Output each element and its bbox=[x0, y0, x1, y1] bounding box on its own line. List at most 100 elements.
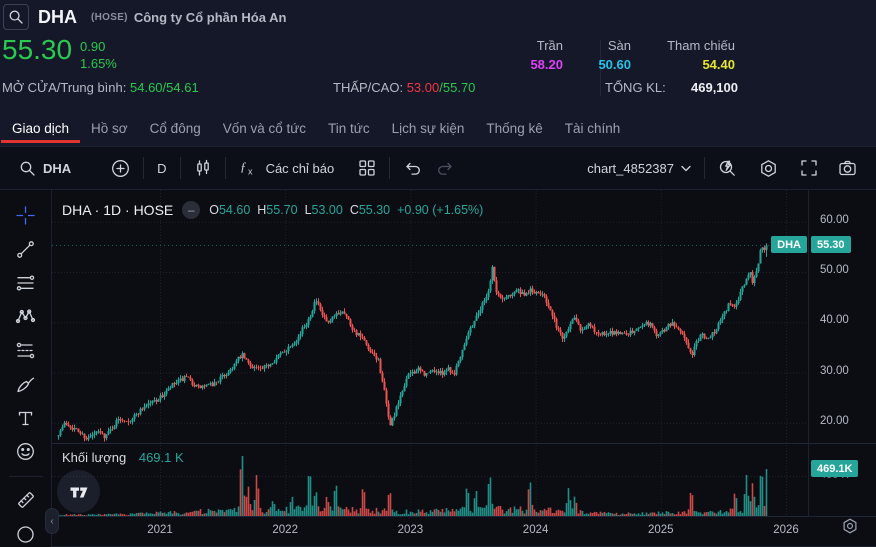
symbol-row: DHA (HOSE) Công ty Cổ phần Hóa An bbox=[3, 3, 286, 31]
quick-search-icon bbox=[718, 159, 737, 178]
stats-row: MỞ CỬA/Trung bình: 54.60/54.61 THẤP/CAO:… bbox=[0, 80, 876, 97]
redo-icon bbox=[436, 160, 455, 177]
toolbar-divider bbox=[9, 476, 43, 477]
pane-separator[interactable] bbox=[52, 443, 876, 444]
price-axis[interactable]: 55.30 400 K 469.1K 60.0050.0040.0030.002… bbox=[808, 190, 876, 516]
volume-value: 469.1 K bbox=[139, 450, 184, 465]
text-icon bbox=[15, 408, 36, 429]
total-volume-stat: TỔNG KL: 469,100 bbox=[605, 80, 738, 95]
price-tick-label: 50.00 bbox=[809, 264, 849, 276]
open-value: 54.60 bbox=[130, 80, 163, 95]
exchange-label: (HOSE) bbox=[91, 12, 128, 23]
total-volume-label: TỔNG KL: bbox=[605, 80, 666, 95]
legend-title[interactable]: DHA · 1D · HOSE bbox=[62, 202, 173, 218]
chart-settings-button[interactable] bbox=[752, 155, 785, 182]
tab-tin-tuc[interactable]: Tin tức bbox=[317, 110, 381, 146]
svg-text:x: x bbox=[248, 167, 253, 177]
price-tick-label: 20.00 bbox=[809, 415, 849, 427]
symbol-search-button[interactable] bbox=[3, 4, 29, 30]
hide-series-button[interactable]: – bbox=[182, 201, 200, 219]
toolbar-divider bbox=[225, 157, 226, 179]
year-tick-label: 2024 bbox=[516, 524, 556, 536]
chart-style-button[interactable] bbox=[187, 155, 219, 181]
trend-line-tool-button[interactable] bbox=[12, 237, 40, 263]
fx-icon: ƒx bbox=[239, 159, 259, 177]
year-tick-label: 2023 bbox=[390, 524, 430, 536]
open-average-label: MỞ CỬA/Trung bình: bbox=[2, 80, 126, 95]
time-axis[interactable]: 2021 2022 2023 2024 2025 2026 bbox=[52, 517, 808, 547]
quick-search-button[interactable] bbox=[711, 155, 744, 182]
legend-high: 55.70 bbox=[266, 203, 297, 217]
low-letter: L bbox=[305, 203, 312, 217]
magnet-tool-button[interactable] bbox=[12, 521, 40, 547]
price-volume-chart[interactable] bbox=[52, 190, 808, 547]
compare-add-symbol-button[interactable] bbox=[104, 155, 137, 182]
year-tick-label: 2021 bbox=[140, 524, 180, 536]
trend-line-icon bbox=[15, 239, 36, 260]
pattern-tool-button[interactable] bbox=[12, 304, 40, 330]
search-icon bbox=[19, 160, 36, 177]
smiley-icon bbox=[15, 441, 36, 462]
fullscreen-button[interactable] bbox=[793, 155, 825, 181]
undo-icon bbox=[403, 160, 422, 177]
toolbar-divider bbox=[180, 157, 181, 179]
ticker-price-flag: DHA bbox=[771, 236, 807, 253]
toolbar-divider bbox=[389, 157, 390, 179]
layout-grid-button[interactable] bbox=[351, 155, 383, 181]
year-tick-label: 2026 bbox=[766, 524, 806, 536]
price-tick-label: 60.00 bbox=[809, 214, 849, 226]
volume-legend: Khối lượng 469.1 K bbox=[62, 450, 184, 465]
interval-label: D bbox=[157, 161, 166, 176]
high-value: 55.70 bbox=[443, 80, 476, 95]
legend-low: 53.00 bbox=[312, 203, 343, 217]
measure-tool-button[interactable] bbox=[12, 488, 40, 514]
chart-plot-area[interactable]: DHA · 1D · HOSE – O54.60 H55.70 L53.00 C… bbox=[52, 190, 808, 547]
legend-ohlc: O54.60 H55.70 L53.00 C55.30 +0.90 (+1.65… bbox=[209, 203, 483, 217]
ruler-icon bbox=[15, 489, 37, 511]
close-letter: C bbox=[350, 203, 359, 217]
emoji-tool-button[interactable] bbox=[12, 439, 40, 465]
reference-value: 54.40 bbox=[667, 57, 735, 72]
crosshair-tool-button[interactable] bbox=[12, 203, 40, 229]
tab-tai-chinh[interactable]: Tài chính bbox=[554, 110, 632, 146]
redo-button[interactable] bbox=[429, 156, 462, 181]
chart-layout-name-button[interactable]: chart_4852387 bbox=[580, 157, 698, 180]
snapshot-button[interactable] bbox=[831, 155, 864, 181]
indicators-button[interactable]: ƒx Các chỉ báo bbox=[232, 155, 342, 181]
ceiling-block: Trần 58.20 bbox=[530, 38, 563, 72]
fullscreen-icon bbox=[800, 159, 818, 177]
price-change-block: 0.90 1.65% bbox=[80, 38, 117, 72]
axis-settings-button[interactable] bbox=[841, 517, 859, 540]
fib-retracement-tool-button[interactable] bbox=[12, 270, 40, 296]
low-high-stat: THẤP/CAO: 53.00/55.70 bbox=[333, 80, 475, 95]
projection-tool-button[interactable] bbox=[12, 338, 40, 364]
legend-close: 55.30 bbox=[359, 203, 390, 217]
tab-ho-so[interactable]: Hồ sơ bbox=[80, 110, 139, 146]
reference-label: Tham chiếu bbox=[667, 38, 735, 53]
forecast-icon bbox=[15, 340, 36, 361]
average-value: 54.61 bbox=[166, 80, 199, 95]
tab-von-va-co-tuc[interactable]: Vốn và cổ tức bbox=[212, 110, 317, 146]
collapse-toolbar-handle[interactable]: ‹ bbox=[45, 508, 59, 534]
chart-legend: DHA · 1D · HOSE – O54.60 H55.70 L53.00 C… bbox=[62, 201, 483, 219]
crosshair-icon bbox=[15, 205, 36, 226]
company-name: Công ty Cổ phần Hóa An bbox=[134, 10, 287, 25]
undo-button[interactable] bbox=[396, 156, 429, 181]
interval-button[interactable]: D bbox=[150, 157, 173, 180]
tab-thong-ke[interactable]: Thống kê bbox=[475, 110, 553, 146]
tab-lich-su-kien[interactable]: Lịch sự kiện bbox=[381, 110, 476, 146]
chevron-down-icon bbox=[681, 165, 691, 172]
brush-icon bbox=[15, 374, 36, 395]
last-price-badge: 55.30 bbox=[811, 236, 851, 253]
drawing-toolbar bbox=[0, 190, 52, 547]
last-volume-badge: 469.1K bbox=[811, 460, 858, 477]
year-tick-label: 2025 bbox=[641, 524, 681, 536]
text-tool-button[interactable] bbox=[12, 405, 40, 431]
chart-symbol-search[interactable]: DHA bbox=[12, 156, 78, 181]
year-tick-label: 2022 bbox=[265, 524, 305, 536]
high-letter: H bbox=[257, 203, 266, 217]
tab-co-dong[interactable]: Cổ đông bbox=[139, 110, 212, 146]
brush-tool-button[interactable] bbox=[12, 372, 40, 398]
tab-giao-dich[interactable]: Giao dịch bbox=[1, 110, 80, 146]
low-value: 53.00 bbox=[407, 80, 440, 95]
